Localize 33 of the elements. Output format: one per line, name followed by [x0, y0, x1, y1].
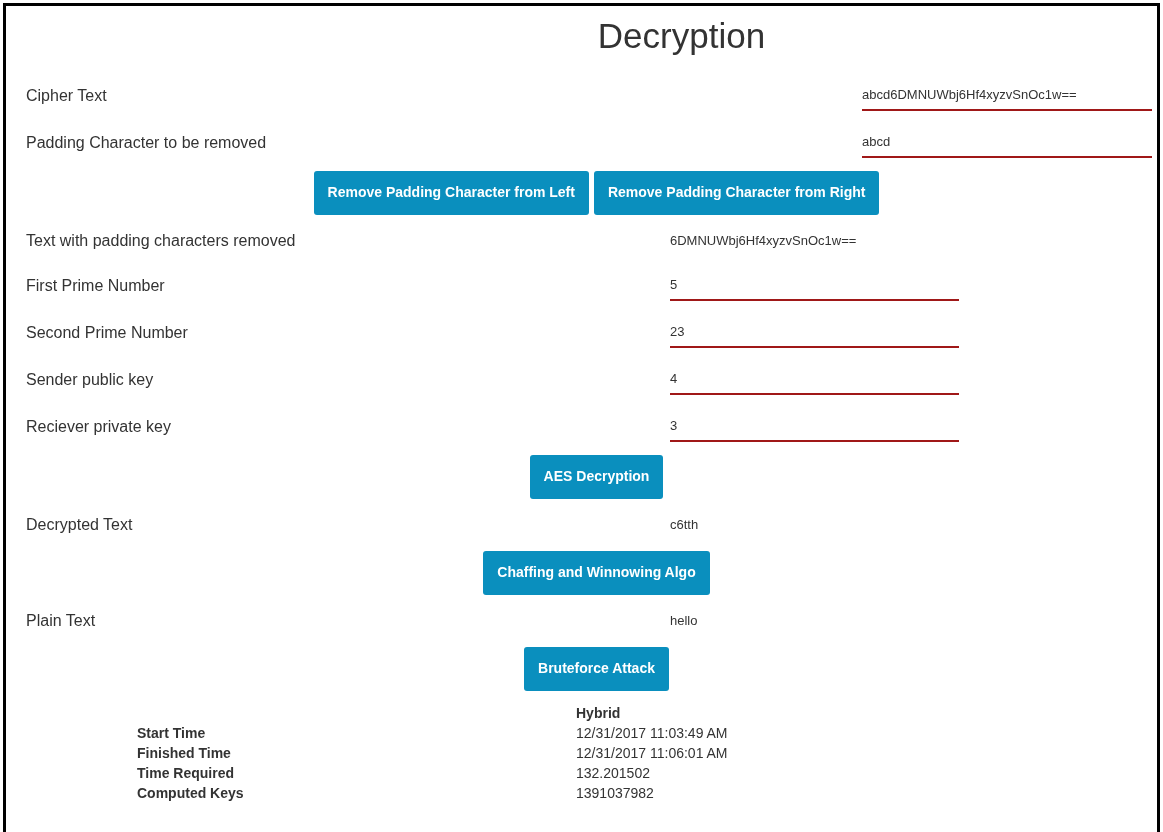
action-button[interactable]: Chaffing and Winnowing Algo: [483, 550, 710, 595]
action-button[interactable]: Remove Padding Character from Right: [593, 170, 880, 215]
input-field[interactable]: 3: [670, 412, 959, 442]
result-value: 1391037982: [576, 783, 655, 803]
result-value: 12/31/2017 11:06:01 AM: [576, 743, 729, 763]
field-label: Decrypted Text: [26, 514, 134, 535]
input-field[interactable]: abcd: [862, 128, 1152, 158]
output-text: hello: [670, 611, 698, 630]
field-label: Second Prime Number: [26, 323, 189, 343]
result-label: Start Time: [137, 723, 207, 743]
field-label: Sender public key: [26, 370, 155, 390]
action-button[interactable]: AES Decryption: [529, 454, 664, 499]
field-label: Padding Character to be removed: [26, 133, 268, 153]
action-button[interactable]: Remove Padding Character from Left: [313, 170, 589, 215]
output-text: 6DMNUWbj6Hf4xyzvSnOc1w==: [670, 231, 857, 250]
input-field[interactable]: 23: [670, 318, 959, 348]
result-value: 132.201502: [576, 763, 651, 783]
input-field[interactable]: abcd6DMNUWbj6Hf4xyzvSnOc1w==: [862, 81, 1152, 111]
field-label: Reciever private key: [26, 417, 172, 437]
input-field[interactable]: 4: [670, 365, 959, 395]
input-field[interactable]: 5: [670, 271, 959, 301]
result-value: 12/31/2017 11:03:49 AM: [576, 723, 729, 743]
field-label: Text with padding characters removed: [26, 230, 297, 251]
column-header: Hybrid: [576, 703, 622, 723]
field-label: Plain Text: [26, 610, 97, 631]
result-label: Finished Time: [137, 743, 232, 763]
field-label: First Prime Number: [26, 276, 166, 296]
output-text: c6tth: [670, 515, 699, 534]
result-label: Computed Keys: [137, 783, 245, 803]
result-label: Time Required: [137, 763, 235, 783]
action-button[interactable]: Bruteforce Attack: [524, 646, 669, 691]
page-title: Decryption: [597, 15, 766, 57]
field-label: Cipher Text: [26, 86, 108, 106]
